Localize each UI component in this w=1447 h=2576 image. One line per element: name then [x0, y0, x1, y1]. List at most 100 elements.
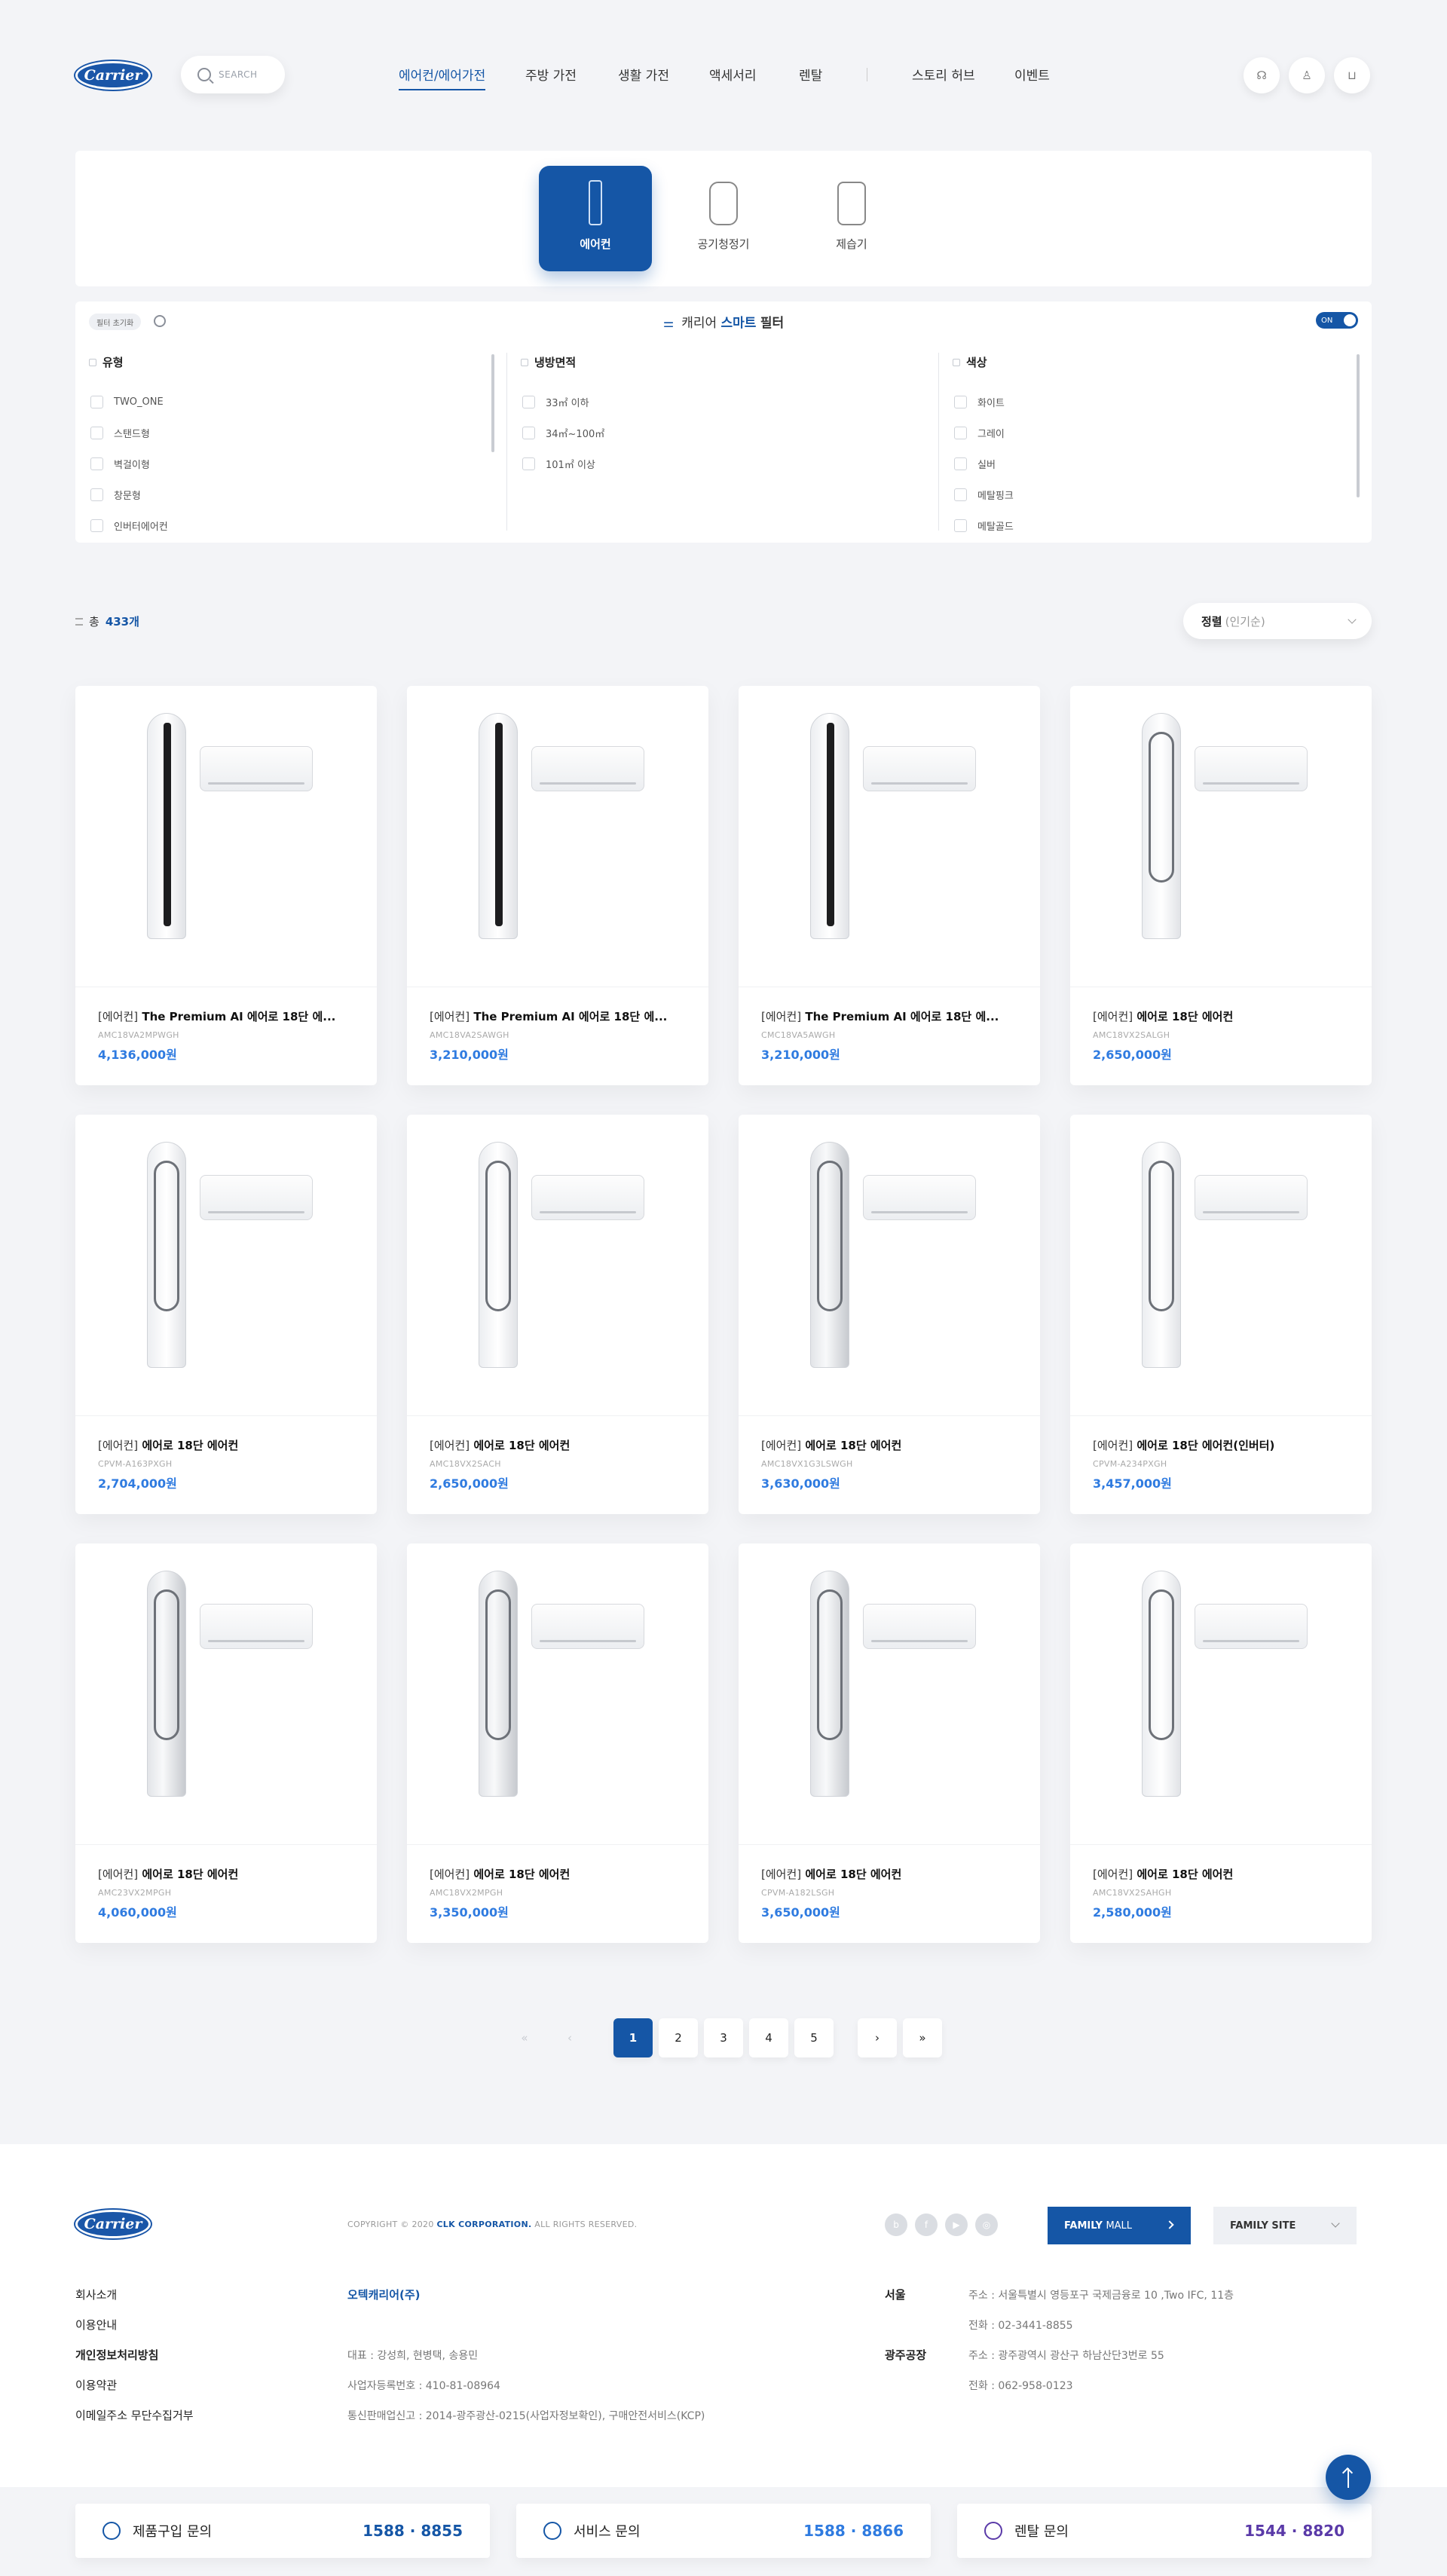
contact-service[interactable]: 서비스 문의 1588 · 8866 [516, 2504, 931, 2558]
family-mall-button[interactable]: FAMILY MALL [1048, 2207, 1191, 2244]
product-image[interactable] [739, 1543, 1040, 1845]
product-card[interactable]: [에어컨] 에어로 18단 에어컨 AMC18VX1G3LSWGH 3,630,00… [739, 1115, 1040, 1514]
blog-icon[interactable]: b [885, 2213, 907, 2236]
footer-link-guide[interactable]: 이용안내 [75, 2317, 117, 2333]
filter-option[interactable]: 101㎡ 이상 [522, 448, 929, 479]
product-name[interactable]: [에어컨] 에어로 18단 에어컨 [761, 1866, 1025, 1882]
checkbox[interactable] [522, 457, 535, 470]
checkbox[interactable] [522, 427, 535, 439]
filter-toggle[interactable]: ON [1316, 312, 1358, 329]
product-card[interactable]: [에어컨] 에어로 18단 에어컨 AMC18VX2SACH 2,650,000원 [407, 1115, 708, 1514]
product-name[interactable]: [에어컨] 에어로 18단 에어컨(인버터) [1093, 1437, 1357, 1453]
product-name[interactable]: [에어컨] 에어로 18단 에어컨 [430, 1437, 693, 1453]
first-page-button[interactable]: « [505, 2018, 544, 2057]
product-name[interactable]: [에어컨] 에어로 18단 에어컨 [761, 1437, 1025, 1453]
nav-event[interactable]: 이벤트 [1014, 65, 1050, 84]
instagram-icon[interactable]: ◎ [975, 2213, 998, 2236]
checkbox[interactable] [90, 457, 103, 470]
group-checkbox[interactable] [521, 358, 528, 366]
last-page-button[interactable]: » [903, 2018, 942, 2057]
product-image[interactable] [739, 686, 1040, 987]
nav-accessory[interactable]: 액세서리 [709, 65, 757, 84]
product-card[interactable]: [에어컨] 에어로 18단 에어컨 AMC18VX2SALGH 2,650,000원 [1070, 686, 1372, 1085]
scrollbar[interactable] [1357, 354, 1360, 497]
checkbox[interactable] [954, 396, 967, 408]
prev-page-button[interactable]: ‹ [550, 2018, 589, 2057]
checkbox[interactable] [954, 457, 967, 470]
product-card[interactable]: [에어컨] 에어로 18단 에어컨 AMC18VX2MPGH 3,350,000원 [407, 1543, 708, 1943]
footer-link-company[interactable]: 회사소개 [75, 2287, 117, 2302]
filter-option[interactable]: 실버 [954, 448, 1361, 479]
page-1-button[interactable]: 1 [613, 2018, 653, 2057]
product-image[interactable] [1070, 1543, 1372, 1845]
filter-option[interactable]: 메탈골드 [954, 510, 1361, 541]
group-checkbox[interactable] [89, 358, 96, 366]
product-card[interactable]: [에어컨] 에어로 18단 에어컨(인버터) CPVM-A234PXGH 3,457… [1070, 1115, 1372, 1514]
product-card[interactable]: [에어컨] The Premium AI 에어로 18단 에... CMC18VA… [739, 686, 1040, 1085]
filter-option[interactable]: 인버터에어컨 [90, 510, 497, 541]
filter-option[interactable]: 그레이 [954, 418, 1361, 448]
category-air-purifier[interactable]: 공기청정기 [667, 166, 780, 271]
next-page-button[interactable]: › [858, 2018, 897, 2057]
product-image[interactable] [407, 1115, 708, 1416]
filter-option[interactable]: 메탈핑크 [954, 479, 1361, 510]
filter-option[interactable]: 33㎡ 이하 [522, 387, 929, 418]
nav-kitchen[interactable]: 주방 가전 [525, 65, 577, 84]
scrollbar[interactable] [491, 354, 494, 452]
product-image[interactable] [75, 1115, 377, 1416]
product-name[interactable]: [에어컨] 에어로 18단 에어컨 [98, 1866, 362, 1882]
filter-option[interactable]: 창문형 [90, 479, 497, 510]
nav-aircon[interactable]: 에어컨/에어가전 [399, 65, 486, 90]
product-image[interactable] [407, 1543, 708, 1845]
product-name[interactable]: [에어컨] 에어로 18단 에어컨 [430, 1866, 693, 1882]
contact-rental[interactable]: 렌탈 문의 1544 · 8820 [957, 2504, 1372, 2558]
nav-rental[interactable]: 렌탈 [799, 65, 822, 84]
product-name[interactable]: [에어컨] 에어로 18단 에어컨 [1093, 1008, 1357, 1024]
category-dehumidifier[interactable]: 제습기 [795, 166, 908, 271]
filter-option[interactable]: TWO_ONE [90, 387, 497, 418]
cart-icon[interactable]: ⊔ [1334, 57, 1370, 93]
facebook-icon[interactable]: f [915, 2213, 938, 2236]
nav-story-hub[interactable]: 스토리 허브 [912, 65, 975, 84]
footer-link-privacy[interactable]: 개인정보처리방침 [75, 2347, 158, 2363]
product-image[interactable] [1070, 1115, 1372, 1416]
headset-icon[interactable]: ☊ [1244, 57, 1280, 93]
checkbox[interactable] [90, 519, 103, 532]
group-checkbox[interactable] [953, 358, 960, 366]
product-card[interactable]: [에어컨] 에어로 18단 에어컨 AMC18VX2SAHGH 2,580,000원 [1070, 1543, 1372, 1943]
page-2-button[interactable]: 2 [659, 2018, 698, 2057]
product-image[interactable] [407, 686, 708, 987]
footer-link-terms[interactable]: 이용약관 [75, 2377, 117, 2393]
product-image[interactable] [1070, 686, 1372, 987]
checkbox[interactable] [954, 427, 967, 439]
youtube-icon[interactable]: ▶ [945, 2213, 968, 2236]
product-name[interactable]: [에어컨] 에어로 18단 에어컨 [98, 1437, 362, 1453]
product-card[interactable]: [에어컨] The Premium AI 에어로 18단 에... AMC18VA… [75, 686, 377, 1085]
user-icon[interactable]: ♙ [1289, 57, 1325, 93]
checkbox[interactable] [954, 488, 967, 501]
product-card[interactable]: [에어컨] 에어로 18단 에어컨 CPVM-A163PXGH 2,704,000원 [75, 1115, 377, 1514]
nav-living[interactable]: 생활 가전 [618, 65, 669, 84]
sort-dropdown[interactable]: 정렬 (인기순) [1183, 603, 1372, 639]
product-image[interactable] [75, 1543, 377, 1845]
product-image[interactable] [75, 686, 377, 987]
product-card[interactable]: [에어컨] 에어로 18단 에어컨 CPVM-A182LSGH 3,650,000원 [739, 1543, 1040, 1943]
filter-option[interactable]: 화이트 [954, 387, 1361, 418]
checkbox[interactable] [90, 396, 103, 408]
page-3-button[interactable]: 3 [704, 2018, 743, 2057]
checkbox[interactable] [954, 519, 967, 532]
checkbox[interactable] [90, 488, 103, 501]
checkbox[interactable] [90, 427, 103, 439]
category-aircon[interactable]: 에어컨 [539, 166, 652, 271]
product-card[interactable]: [에어컨] The Premium AI 에어로 18단 에... AMC18VA… [407, 686, 708, 1085]
product-name[interactable]: [에어컨] The Premium AI 에어로 18단 에... [98, 1008, 362, 1024]
filter-option[interactable]: 34㎡~100㎡ [522, 418, 929, 448]
filter-option[interactable]: 벽걸이형 [90, 448, 497, 479]
product-name[interactable]: [에어컨] The Premium AI 에어로 18단 에... [761, 1008, 1025, 1024]
product-image[interactable] [739, 1115, 1040, 1416]
product-name[interactable]: [에어컨] The Premium AI 에어로 18단 에... [430, 1008, 693, 1024]
filter-option[interactable]: 스탠드형 [90, 418, 497, 448]
contact-purchase[interactable]: 제품구입 문의 1588 · 8855 [75, 2504, 490, 2558]
footer-link-email-refusal[interactable]: 이메일주소 무단수집거부 [75, 2407, 194, 2423]
scroll-top-button[interactable] [1326, 2455, 1371, 2500]
